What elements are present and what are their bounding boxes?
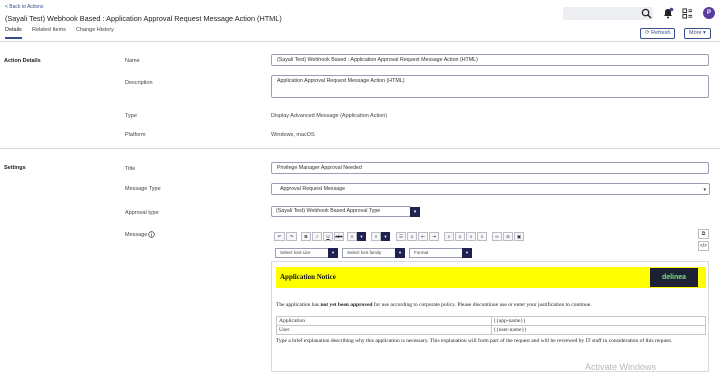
table-cell: {{user-name}} xyxy=(490,325,706,335)
banner-title: Application Notice xyxy=(280,273,336,281)
description-label: Description xyxy=(125,80,153,86)
notice-text-post: for use according to corporate policy. P… xyxy=(372,302,592,308)
settings-heading: Settings xyxy=(4,165,26,171)
avatar[interactable]: P xyxy=(703,7,715,19)
platform-value: Windows, macOS xyxy=(271,132,315,138)
type-value: Display Advanced Message (Application Ac… xyxy=(271,113,388,119)
notice-text-pre: The application has xyxy=(276,302,321,308)
message-type-value: Approval Request Message xyxy=(280,186,346,192)
title-label: Title xyxy=(125,166,136,172)
table-cell: User xyxy=(276,325,492,335)
table-row: Application {{app-name}} xyxy=(276,316,706,326)
source-code-icon[interactable]: </> xyxy=(698,241,709,251)
align-right-icon[interactable]: ≡ xyxy=(466,232,476,241)
message-label: Message xyxy=(125,232,148,238)
font-size-select[interactable]: Select font size ▾ xyxy=(275,248,338,258)
underline-icon[interactable]: U xyxy=(323,232,333,241)
activate-windows-watermark: Activate Windows xyxy=(585,362,657,372)
redo-icon[interactable]: ↷ xyxy=(286,232,297,241)
explanation-text: Type a brief explanation describing why … xyxy=(276,338,673,344)
highlight-color-icon[interactable]: ◊ xyxy=(371,232,381,241)
font-family-select[interactable]: Select font family ▾ xyxy=(342,248,405,258)
bullet-list-icon[interactable]: ☰ xyxy=(396,232,406,241)
numbered-list-icon[interactable]: ≡ xyxy=(407,232,417,241)
message-type-select[interactable]: Approval Request Message ▾ xyxy=(271,183,710,195)
chevron-down-icon: ▾ xyxy=(395,248,405,258)
top-bar: < Back to Actions (Sayali Test) Webhook … xyxy=(0,0,720,40)
notice-banner: Application Notice delinea xyxy=(276,267,706,288)
section-divider xyxy=(0,148,720,149)
message-type-label: Message Type xyxy=(125,186,161,192)
table-cell: Application xyxy=(276,316,492,326)
table-row: User {{user-name}} xyxy=(276,325,706,335)
type-label: Type xyxy=(125,113,137,119)
link-icon[interactable]: ∞ xyxy=(492,232,502,241)
approval-type-select[interactable]: (Sayali Test) Webhook Based Approval Typ… xyxy=(271,206,411,217)
platform-label: Platform xyxy=(125,132,146,138)
align-justify-icon[interactable]: ≡ xyxy=(477,232,487,241)
chevron-down-icon: ▾ xyxy=(328,248,338,258)
chevron-down-icon: ▾ xyxy=(462,248,472,258)
delinea-logo: delinea xyxy=(650,268,698,287)
message-editor[interactable]: Application Notice delinea The applicati… xyxy=(271,261,709,372)
indent-icon[interactable]: ⇥ xyxy=(429,232,439,241)
name-field[interactable]: (Sayali Test) Webhook Based : Applicatio… xyxy=(271,54,709,66)
highlight-dropdown-icon[interactable]: ▾ xyxy=(381,232,390,241)
font-family-value: Select font family xyxy=(347,250,382,255)
unlink-icon[interactable]: ⊘ xyxy=(503,232,513,241)
approval-type-value: (Sayali Test) Webhook Based Approval Typ… xyxy=(276,208,381,214)
bold-icon[interactable]: B xyxy=(301,232,311,241)
align-center-icon[interactable]: ≡ xyxy=(455,232,465,241)
text-color-icon[interactable]: A xyxy=(347,232,357,241)
name-label: Name xyxy=(125,58,140,64)
table-cell: {{app-name}} xyxy=(490,316,706,326)
description-field[interactable]: Application Approval Request Message Act… xyxy=(271,75,709,98)
align-left-icon[interactable]: ≡ xyxy=(444,232,454,241)
action-details-heading: Action Details xyxy=(4,58,41,64)
format-select[interactable]: Format ▾ xyxy=(409,248,472,258)
approval-type-dropdown-icon[interactable]: ▾ xyxy=(410,207,420,217)
italic-icon[interactable]: I xyxy=(312,232,322,241)
title-field[interactable]: Privilege Manager Approval Needed xyxy=(271,162,709,174)
back-to-actions-link[interactable]: < Back to Actions xyxy=(5,4,44,10)
tab-related-items[interactable]: Related Items xyxy=(32,27,66,33)
tabs-divider xyxy=(0,41,720,42)
strikethrough-icon[interactable]: abc xyxy=(334,232,344,241)
chevron-down-icon: ▾ xyxy=(703,187,706,193)
approval-type-label: Approval type xyxy=(125,210,159,216)
search-icon[interactable] xyxy=(641,8,652,19)
refresh-button[interactable]: ⟳ Refresh xyxy=(640,28,676,39)
text-color-dropdown-icon[interactable]: ▾ xyxy=(357,232,366,241)
notice-text-bold: not yet been approved xyxy=(320,302,373,308)
format-value: Format xyxy=(414,250,429,255)
undo-icon[interactable]: ↶ xyxy=(274,232,285,241)
search-input[interactable] xyxy=(563,7,653,20)
image-icon[interactable]: ▣ xyxy=(514,232,524,241)
tab-change-history[interactable]: Change History xyxy=(76,27,114,33)
tab-details[interactable]: Details xyxy=(5,27,22,39)
font-size-value: Select font size xyxy=(280,250,311,255)
fullscreen-icon[interactable]: ⧉ xyxy=(698,229,709,239)
more-button[interactable]: More ▾ xyxy=(684,28,711,39)
bell-icon[interactable] xyxy=(662,7,674,19)
outdent-icon[interactable]: ⇤ xyxy=(418,232,428,241)
notice-text: The application has not yet been approve… xyxy=(276,302,592,308)
info-icon[interactable] xyxy=(148,231,155,238)
apps-grid-icon[interactable] xyxy=(682,8,693,19)
page-title: (Sayali Test) Webhook Based : Applicatio… xyxy=(5,14,282,23)
info-table: Application {{app-name}} User {{user-nam… xyxy=(276,316,706,335)
